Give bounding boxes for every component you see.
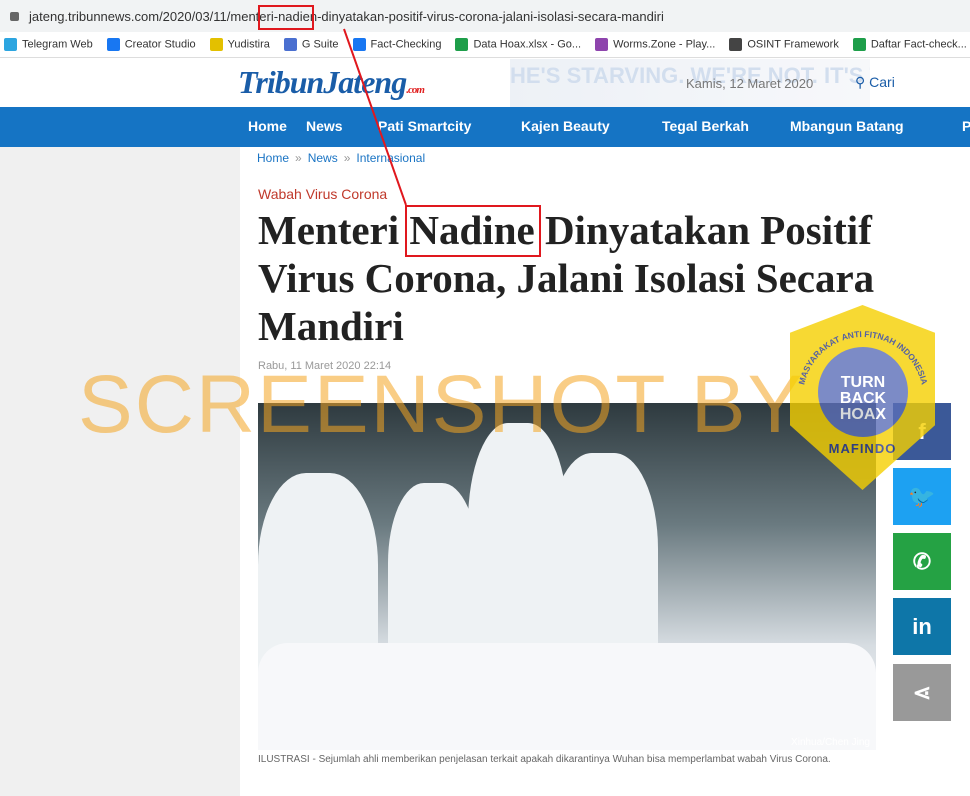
annotation-arrow-line bbox=[343, 28, 407, 206]
